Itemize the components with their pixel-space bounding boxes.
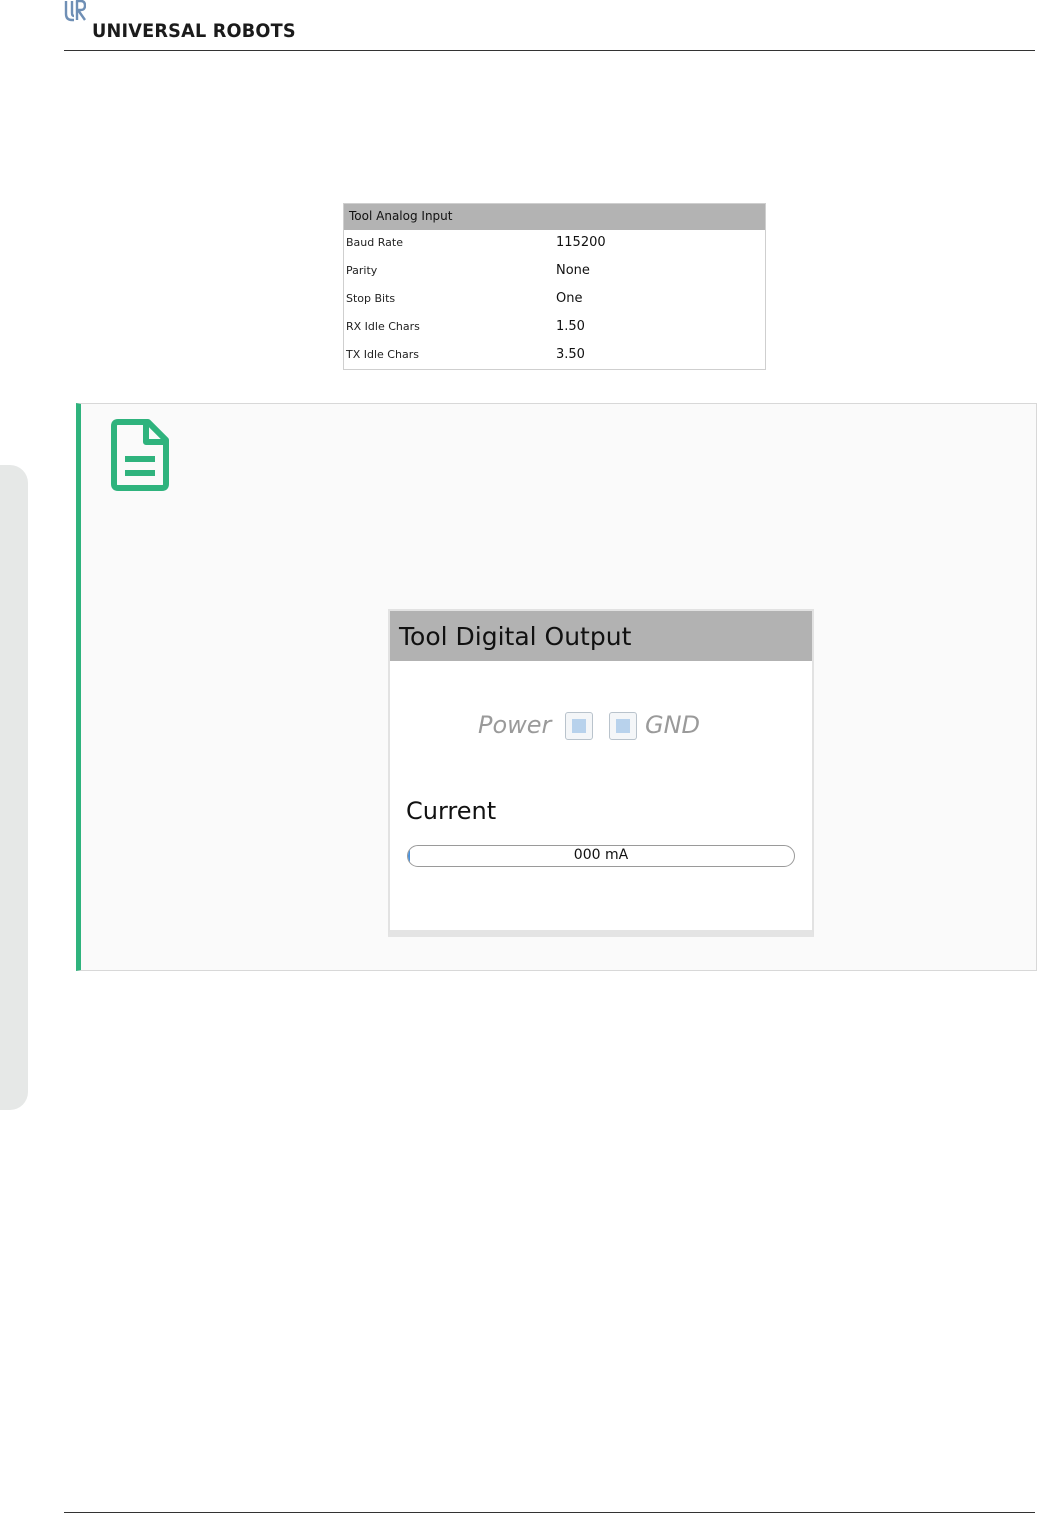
checkbox-fill	[572, 719, 586, 733]
setting-value: 1.50	[556, 319, 585, 334]
panel-title: Tool Digital Output	[399, 622, 632, 651]
setting-row-baud-rate: Baud Rate 115200	[344, 230, 765, 258]
checkbox-fill	[616, 719, 630, 733]
setting-label: TX Idle Chars	[346, 348, 419, 361]
setting-value: 115200	[556, 235, 606, 250]
panel-header: Tool Digital Output	[390, 611, 812, 661]
power-checkbox[interactable]	[565, 712, 593, 740]
setting-label: Stop Bits	[346, 292, 396, 305]
tool-analog-input-panel: Tool Analog Input Baud Rate 115200 Parit…	[343, 203, 766, 370]
panel-header: Tool Analog Input	[344, 204, 765, 230]
gnd-label: GND	[645, 711, 701, 739]
setting-row-rx-idle-chars: RX Idle Chars 1.50	[344, 314, 765, 342]
setting-label: Parity	[346, 264, 378, 277]
setting-row-stop-bits: Stop Bits One	[344, 286, 765, 314]
note-document-icon	[111, 419, 169, 491]
brand-name: UNIVERSAL ROBOTS	[92, 20, 296, 42]
power-label: Power	[478, 711, 552, 739]
current-label: Current	[406, 797, 497, 825]
setting-row-tx-idle-chars: TX Idle Chars 3.50	[344, 342, 765, 370]
header-divider	[64, 50, 1035, 51]
setting-label: Baud Rate	[346, 236, 403, 249]
setting-row-parity: Parity None	[344, 258, 765, 286]
brand-logo: UNIVERSAL ROBOTS	[64, 0, 364, 44]
setting-value: None	[556, 263, 590, 278]
panel-title: Tool Analog Input	[349, 209, 453, 223]
current-value: 000 mA	[573, 847, 629, 863]
tool-digital-output-panel: Tool Digital Output Power GND Current 00…	[388, 609, 814, 937]
ur-logo-icon	[64, 0, 86, 22]
setting-label: RX Idle Chars	[346, 320, 420, 333]
gnd-checkbox[interactable]	[609, 712, 637, 740]
side-tab	[0, 465, 28, 1110]
current-progress-bar: 000 mA	[407, 845, 795, 867]
setting-value: 3.50	[556, 347, 585, 362]
setting-value: One	[556, 291, 583, 306]
